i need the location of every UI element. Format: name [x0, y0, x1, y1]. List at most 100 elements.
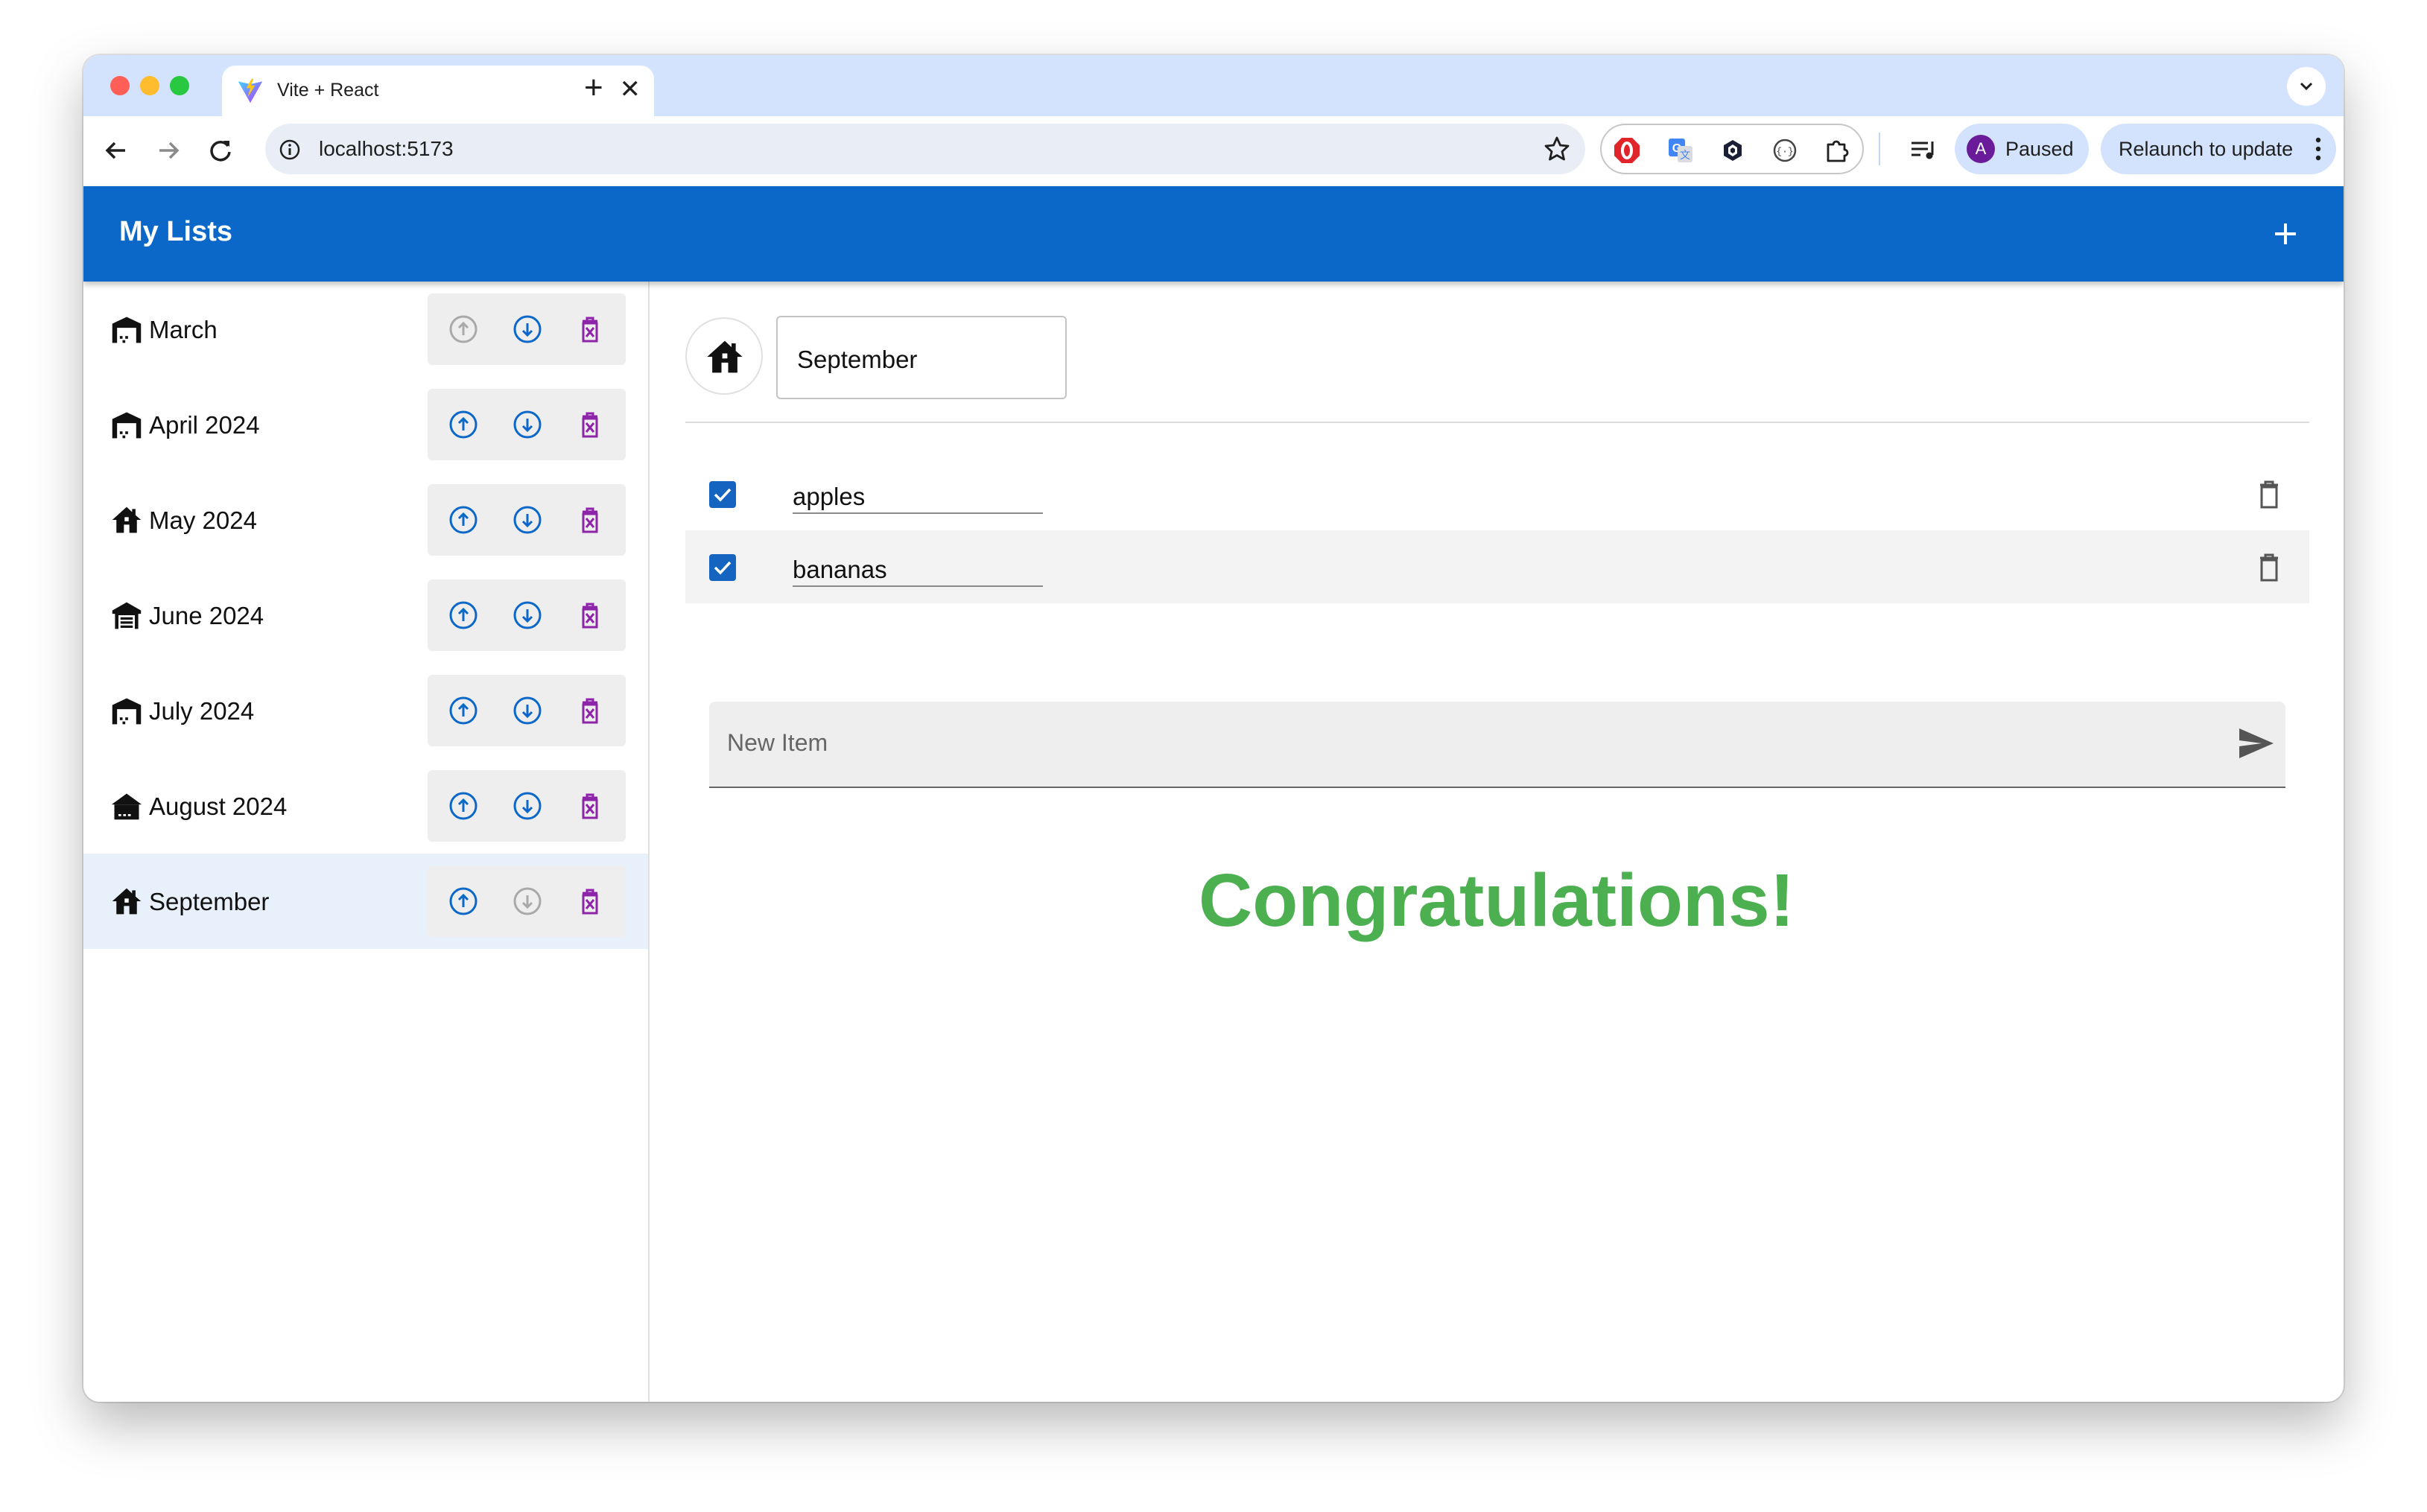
move-down-button	[513, 887, 542, 915]
sidebar-item-september[interactable]: September	[83, 854, 648, 949]
house-icon	[112, 506, 142, 533]
garage-icon	[112, 602, 142, 629]
browser-toolbar: localhost:5173 G 文 {·} A Paused Relaunch…	[83, 116, 2344, 188]
media-queue-icon[interactable]	[1907, 134, 1940, 167]
close-tab-icon[interactable]: ✕	[620, 74, 641, 104]
delete-list-button[interactable]	[574, 504, 606, 536]
site-info-icon[interactable]	[277, 137, 302, 162]
move-down-button[interactable]	[511, 790, 544, 822]
move-up-button[interactable]	[447, 504, 480, 536]
chevron-down-icon	[2300, 82, 2313, 91]
sidebar-item-april-2024[interactable]: April 2024	[83, 377, 648, 472]
sidebar-item-label: March	[149, 316, 218, 343]
sidebar-item-label: April 2024	[149, 411, 260, 439]
item-label: apples	[793, 483, 866, 510]
list-item: apples	[685, 457, 2309, 530]
list-actions	[428, 293, 626, 365]
warehouse-icon	[112, 412, 142, 439]
profile-status: Paused	[2005, 138, 2074, 160]
profile-button[interactable]: A Paused	[1955, 124, 2089, 174]
check-icon	[714, 488, 732, 502]
item-text-field[interactable]: bananas	[793, 548, 1043, 587]
warehouse-icon	[112, 317, 142, 343]
send-icon[interactable]	[2236, 725, 2275, 761]
move-up-button[interactable]	[447, 408, 480, 441]
trash-icon[interactable]	[2254, 551, 2284, 584]
tab-strip: Vite + React ✕ +	[83, 55, 2344, 116]
move-down-button[interactable]	[511, 599, 544, 632]
close-window-button[interactable]	[110, 76, 130, 95]
adblock-extension-icon[interactable]	[1612, 136, 1642, 165]
relaunch-button[interactable]: Relaunch to update	[2101, 124, 2336, 174]
delete-list-button[interactable]	[574, 790, 606, 822]
list-actions	[428, 770, 626, 842]
svg-text:文: 文	[1680, 149, 1690, 161]
sidebar-item-march[interactable]: March	[83, 282, 648, 377]
code-extension-icon[interactable]: {·}	[1770, 136, 1800, 165]
zoom-window-button[interactable]	[170, 76, 189, 95]
item-checkbox[interactable]	[709, 481, 736, 508]
new-item-field[interactable]	[709, 702, 2285, 788]
list-actions	[428, 865, 626, 937]
browser-window: Vite + React ✕ + localhost:5173 G 文 {·} …	[83, 55, 2344, 1402]
check-icon	[714, 561, 732, 575]
list-detail: September apples bananas Congratulations!	[650, 282, 2344, 1402]
list-item: bananas	[685, 530, 2309, 603]
minimize-window-button[interactable]	[140, 76, 159, 95]
address-bar[interactable]: localhost:5173	[265, 124, 1585, 174]
move-down-button[interactable]	[511, 408, 544, 441]
url-text: localhost:5173	[319, 137, 454, 160]
sidebar-item-august-2024[interactable]: August 2024	[83, 758, 648, 854]
move-up-button[interactable]	[447, 599, 480, 632]
sidebar-item-label: May 2024	[149, 506, 257, 534]
sidebar-item-label: June 2024	[149, 602, 264, 629]
move-down-button[interactable]	[511, 313, 544, 346]
list-name-value: September	[797, 346, 918, 373]
tab-search-button[interactable]	[2287, 67, 2326, 106]
app-bar: My Lists	[83, 186, 2344, 282]
delete-list-button[interactable]	[574, 408, 606, 441]
extensions-group: G 文 {·}	[1600, 124, 1864, 174]
sidebar-item-july-2024[interactable]: July 2024	[83, 663, 648, 758]
list-icon-picker[interactable]	[685, 317, 763, 395]
list-actions	[428, 579, 626, 651]
relaunch-label: Relaunch to update	[2119, 138, 2294, 160]
new-tab-button[interactable]: +	[584, 66, 603, 110]
sidebar-item-label: August 2024	[149, 792, 288, 820]
item-text-field[interactable]: apples	[793, 475, 1043, 514]
list-name-field[interactable]: September	[776, 316, 1067, 399]
new-item-input[interactable]	[709, 702, 2142, 784]
toolbar-divider	[1879, 133, 1880, 165]
move-up-button[interactable]	[447, 694, 480, 727]
move-down-button[interactable]	[511, 694, 544, 727]
reload-icon[interactable]	[201, 131, 240, 170]
sidebar-item-may-2024[interactable]: May 2024	[83, 472, 648, 568]
move-up-button	[449, 315, 478, 343]
house-icon	[707, 340, 743, 373]
move-up-button[interactable]	[447, 790, 480, 822]
delete-list-button[interactable]	[574, 694, 606, 727]
translate-extension-icon[interactable]: G 文	[1666, 136, 1695, 165]
forward-arrow-icon[interactable]	[149, 131, 188, 170]
delete-list-button[interactable]	[574, 599, 606, 632]
more-vert-icon[interactable]	[2314, 136, 2323, 162]
app-title: My Lists	[119, 216, 233, 247]
back-arrow-icon[interactable]	[97, 131, 136, 170]
item-checkbox[interactable]	[709, 554, 736, 581]
delete-list-button[interactable]	[574, 313, 606, 346]
add-list-button[interactable]	[2265, 213, 2306, 255]
move-up-button[interactable]	[447, 885, 480, 918]
move-down-button[interactable]	[511, 504, 544, 536]
header-divider	[685, 422, 2309, 423]
sidebar-item-june-2024[interactable]: June 2024	[83, 568, 648, 663]
item-label: bananas	[793, 556, 887, 583]
list-actions	[428, 484, 626, 556]
trash-icon[interactable]	[2254, 478, 2284, 511]
delete-list-button[interactable]	[574, 885, 606, 918]
hexagon-extension-icon[interactable]	[1718, 136, 1748, 165]
avatar: A	[1967, 135, 1995, 163]
bookmark-star-icon[interactable]	[1542, 134, 1572, 164]
lists-sidebar: March April 2024 May 2024 June 2024 July 202…	[83, 282, 650, 1402]
puzzle-extensions-icon[interactable]	[1822, 136, 1852, 165]
warehouse-icon	[112, 698, 142, 725]
